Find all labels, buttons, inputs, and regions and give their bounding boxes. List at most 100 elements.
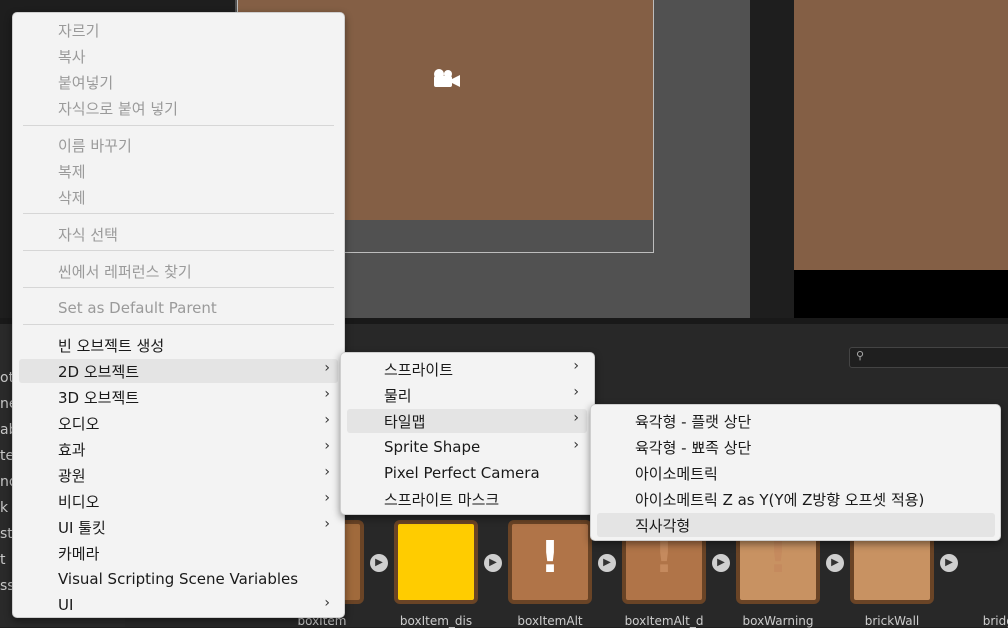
- menu-separator: [23, 213, 334, 214]
- context-menu-item: 자르기: [19, 18, 338, 42]
- asset-name: boxItemAlt_d: [624, 614, 704, 628]
- context-menu-item[interactable]: 비디오 ›: [19, 489, 338, 513]
- menu-item-label: Set as Default Parent: [58, 299, 217, 317]
- chevron-right-icon: ›: [324, 464, 330, 480]
- chevron-right-icon: ›: [324, 438, 330, 454]
- context-menu-item[interactable]: 2D 오브젝트 ›: [19, 359, 338, 383]
- submenu-item[interactable]: Pixel Perfect Camera: [347, 462, 587, 486]
- context-menu-item: 자식 선택: [19, 222, 338, 246]
- menu-item-label: 이름 바꾸기: [58, 137, 132, 155]
- submenu-item[interactable]: Sprite Shape ›: [347, 436, 587, 460]
- context-menu-item[interactable]: 효과 ›: [19, 437, 338, 461]
- menu-item-label: UI: [58, 596, 74, 614]
- menu-item-label: 붙여넣기: [58, 74, 114, 92]
- menu-separator: [23, 250, 334, 251]
- context-menu-item[interactable]: 오디오 ›: [19, 411, 338, 435]
- submenu-tilemap: 육각형 - 플랫 상단육각형 - 뾰족 상단아이소메트릭아이소메트릭 Z as …: [590, 404, 1001, 541]
- play-icon[interactable]: ▶: [370, 554, 388, 572]
- chevron-right-icon: ›: [324, 412, 330, 428]
- asset-name: boxItemAlt: [517, 614, 583, 628]
- menu-item-label: 복사: [58, 48, 86, 66]
- chevron-right-icon: ›: [324, 516, 330, 532]
- menu-item-label: 물리: [384, 387, 412, 405]
- context-menu-item[interactable]: 3D 오브젝트 ›: [19, 385, 338, 409]
- menu-item-label: 빈 오브젝트 생성: [58, 337, 165, 355]
- asset-name: boxWarning: [742, 614, 814, 628]
- submenu-item[interactable]: 직사각형: [597, 513, 995, 537]
- menu-item-label: 삭제: [58, 189, 86, 207]
- play-icon[interactable]: ▶: [484, 554, 502, 572]
- submenu-item[interactable]: 아이소메트릭 Z as Y(Y에 Z방향 오프셋 적용): [597, 487, 995, 511]
- menu-item-label: 아이소메트릭 Z as Y(Y에 Z방향 오프셋 적용): [635, 491, 925, 509]
- play-icon[interactable]: ▶: [712, 554, 730, 572]
- exclamation-icon: !: [539, 532, 561, 583]
- asset-name: boxItem_dis: [399, 614, 473, 628]
- play-icon[interactable]: ▶: [826, 554, 844, 572]
- menu-item-label: 육각형 - 플랫 상단: [635, 413, 752, 431]
- menu-item-label: 2D 오브젝트: [58, 363, 140, 381]
- menu-item-label: Pixel Perfect Camera: [384, 464, 540, 482]
- menu-item-label: 씬에서 레퍼런스 찾기: [58, 263, 192, 281]
- chevron-right-icon: ›: [324, 595, 330, 611]
- folder-label[interactable]: t: [0, 552, 6, 568]
- menu-item-label: 스프라이트 마스크: [384, 491, 500, 509]
- chevron-right-icon: ›: [324, 386, 330, 402]
- menu-separator: [23, 287, 334, 288]
- menu-item-label: 카메라: [58, 545, 100, 563]
- context-menu-item[interactable]: 카메라: [19, 541, 338, 565]
- search-field[interactable]: ⚲: [849, 347, 1008, 368]
- context-menu-item[interactable]: UI ›: [19, 594, 338, 618]
- context-menu-item[interactable]: 빈 오브젝트 생성: [19, 333, 338, 357]
- menu-item-label: 오디오: [58, 415, 100, 433]
- menu-item-label: Visual Scripting Scene Variables: [58, 570, 299, 588]
- context-menu: 자르기복사붙여넣기자식으로 붙여 넣기이름 바꾸기복제삭제자식 선택씬에서 레퍼…: [12, 12, 345, 618]
- submenu-item[interactable]: 스프라이트 마스크: [347, 487, 587, 511]
- submenu-item[interactable]: 타일맵 ›: [347, 409, 587, 433]
- menu-item-label: 자르기: [58, 22, 100, 40]
- menu-item-label: 육각형 - 뾰족 상단: [635, 439, 752, 457]
- menu-separator: [23, 324, 334, 325]
- context-menu-item: 이름 바꾸기: [19, 133, 338, 157]
- menu-item-label: UI 툴킷: [58, 519, 106, 537]
- context-menu-item: 복제: [19, 159, 338, 183]
- menu-item-label: 타일맵: [384, 413, 426, 431]
- asset-name: bridge: [982, 614, 1008, 628]
- submenu-item[interactable]: 스프라이트 ›: [347, 357, 587, 381]
- chevron-right-icon: ›: [324, 490, 330, 506]
- menu-item-label: 아이소메트릭: [635, 465, 718, 483]
- play-icon[interactable]: ▶: [940, 554, 958, 572]
- context-menu-item: 자식으로 붙여 넣기: [19, 96, 338, 120]
- game-view-letterbox: [794, 270, 1008, 318]
- menu-item-label: 3D 오브젝트: [58, 389, 140, 407]
- menu-item-label: Sprite Shape: [384, 438, 481, 456]
- menu-item-label: 비디오: [58, 493, 100, 511]
- camera-icon: [431, 68, 461, 96]
- menu-item-label: 자식으로 붙여 넣기: [58, 100, 178, 118]
- submenu-item[interactable]: 물리 ›: [347, 383, 587, 407]
- context-menu-item: 복사: [19, 44, 338, 68]
- context-menu-item: 씬에서 레퍼런스 찾기: [19, 259, 338, 283]
- submenu-2d-object: 스프라이트 › 물리 › 타일맵 › Sprite Shape › Pixel Perfect …: [340, 352, 595, 515]
- play-icon[interactable]: ▶: [598, 554, 616, 572]
- chevron-right-icon: ›: [573, 358, 579, 374]
- search-icon: ⚲: [856, 349, 865, 362]
- menu-item-label: 스프라이트: [384, 361, 454, 379]
- context-menu-item[interactable]: 광원 ›: [19, 463, 338, 487]
- submenu-item[interactable]: 아이소메트릭: [597, 461, 995, 485]
- context-menu-item[interactable]: UI 툴킷 ›: [19, 515, 338, 539]
- asset-name: brickWall: [864, 614, 920, 628]
- asset-thumbnail[interactable]: [394, 520, 478, 604]
- context-menu-item[interactable]: Visual Scripting Scene Variables: [19, 568, 338, 592]
- menu-item-label: 광원: [58, 467, 86, 485]
- asset-thumbnail[interactable]: !: [508, 520, 592, 604]
- chevron-right-icon: ›: [573, 384, 579, 400]
- folder-label[interactable]: k: [0, 500, 8, 516]
- menu-item-label: 직사각형: [635, 517, 691, 535]
- submenu-item[interactable]: 육각형 - 뾰족 상단: [597, 435, 995, 459]
- menu-item-label: 효과: [58, 441, 86, 459]
- menu-item-label: 복제: [58, 163, 86, 181]
- menu-separator: [23, 125, 334, 126]
- context-menu-item: 붙여넣기: [19, 70, 338, 94]
- game-view[interactable]: [794, 0, 1008, 270]
- submenu-item[interactable]: 육각형 - 플랫 상단: [597, 409, 995, 433]
